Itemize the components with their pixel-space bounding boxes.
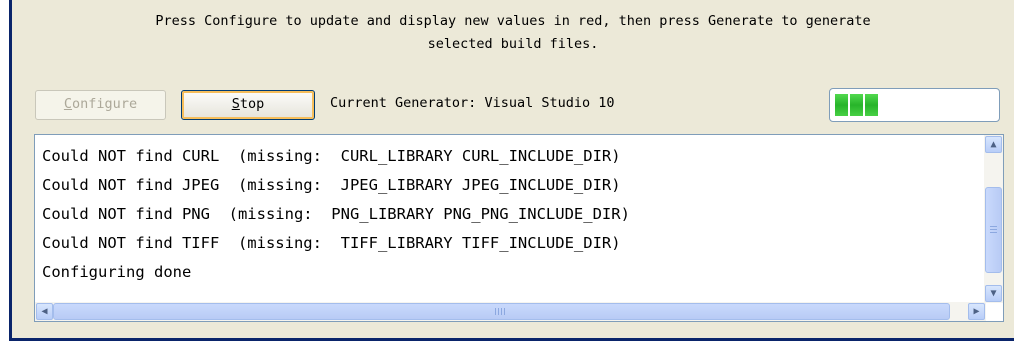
generator-value: Visual Studio 10	[484, 95, 615, 111]
current-generator: Current Generator: Visual Studio 10	[330, 95, 615, 111]
configure-button[interactable]: Configure	[35, 90, 166, 120]
progress-segment	[850, 94, 863, 116]
vertical-scroll-thumb[interactable]	[985, 187, 1002, 273]
thumb-grip	[990, 226, 997, 227]
thumb-grip	[504, 308, 505, 315]
progress-fill	[835, 94, 878, 116]
log-line: Could NOT find TIFF (missing: TIFF_LIBRA…	[42, 234, 621, 252]
configure-label: onfigure	[72, 96, 138, 112]
stop-label: top	[239, 96, 265, 112]
vertical-scrollbar[interactable]: ▲ ▼	[984, 135, 1003, 303]
arrow-left-icon[interactable]: ◀	[36, 303, 53, 320]
arrow-right-icon[interactable]: ▶	[968, 303, 985, 320]
horizontal-scroll-thumb[interactable]	[53, 303, 950, 320]
log-line: Configuring done	[42, 263, 192, 281]
configure-hotkey: C	[63, 96, 73, 112]
generator-prefix: Current Generator:	[330, 95, 477, 111]
progress-bar	[829, 88, 1000, 122]
arrow-down-icon[interactable]: ▼	[985, 285, 1002, 302]
log-line: Could NOT find JPEG (missing: JPEG_LIBRA…	[42, 176, 621, 194]
log-text: Could NOT find CURL (missing: CURL_LIBRA…	[42, 142, 972, 287]
arrow-up-icon[interactable]: ▲	[985, 136, 1002, 153]
stop-hotkey: S	[231, 96, 240, 112]
thumb-grip	[990, 229, 997, 230]
log-line: Could NOT find PNG (missing: PNG_LIBRARY…	[42, 205, 630, 223]
log-line: Could NOT find CURL (missing: CURL_LIBRA…	[42, 147, 621, 165]
stop-button[interactable]: Stop	[181, 90, 315, 120]
horizontal-scrollbar[interactable]: ◀ ▶	[35, 302, 986, 321]
thumb-grip	[498, 308, 499, 315]
thumb-grip	[501, 308, 502, 315]
progress-segment	[865, 94, 878, 116]
instructions-text: Press Configure to update and display ne…	[155, 13, 871, 52]
thumb-grip	[990, 232, 997, 233]
cmake-panel: Press Configure to update and display ne…	[9, 0, 1014, 341]
progress-track	[835, 94, 994, 116]
thumb-grip	[495, 308, 496, 315]
progress-segment	[835, 94, 848, 116]
output-log[interactable]: Could NOT find CURL (missing: CURL_LIBRA…	[34, 134, 1004, 322]
